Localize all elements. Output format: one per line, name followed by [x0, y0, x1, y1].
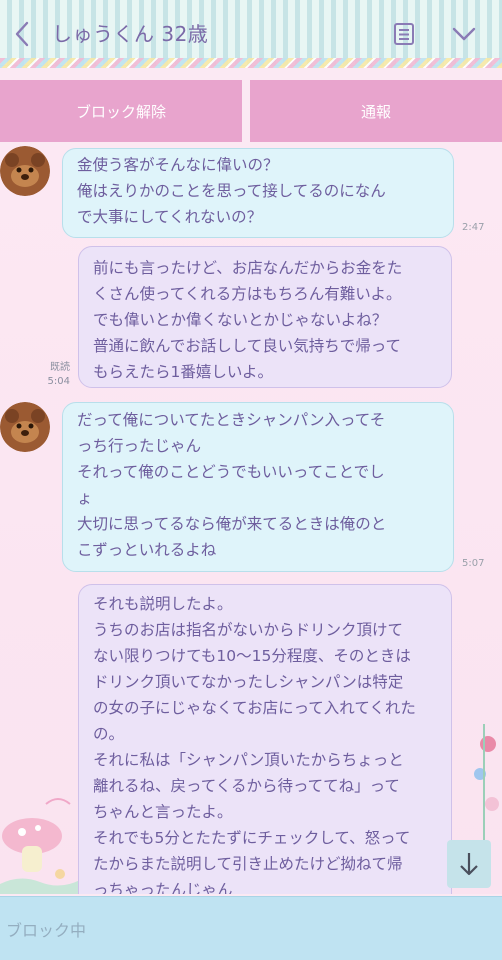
message-bubble-incoming: 金使う客がそんなに偉いの？ 俺はえりかのことを思って接してるのになん で大事にし… [62, 148, 454, 238]
message-timestamp: 5:07 [462, 558, 485, 569]
message-input-bar[interactable]: ブロック中 [0, 896, 502, 960]
blocked-status-placeholder: ブロック中 [6, 921, 87, 940]
message-bubble-outgoing: それも説明したよ。 うちのお店は指名がないからドリンク頂けて ない限りつけても1… [78, 584, 452, 894]
message-bubble-outgoing: 前にも言ったけど、お店なんだからお金をた くさん使ってくれる方はもちろん有難いよ… [78, 246, 452, 388]
message-timestamp: 2:47 [462, 222, 485, 233]
back-icon[interactable] [8, 18, 36, 50]
memo-icon[interactable] [390, 20, 418, 48]
message-list[interactable]: 金使う客がそんなに偉いの？ 俺はえりかのことを思って接してるのになん で大事にし… [0, 146, 502, 894]
read-receipt: 既読 [50, 362, 70, 373]
mushroom-illustration [0, 774, 80, 894]
arrow-down-icon [460, 853, 478, 876]
message-bubble-incoming: だって俺についてたときシャンパン入ってそ っち行ったじゃん それって俺のことどう… [62, 402, 454, 572]
chat-partner-name: しゅうくん 32歳 [52, 22, 209, 46]
message-timestamp: 5:04 [47, 376, 70, 387]
scroll-to-bottom-button[interactable] [447, 840, 491, 888]
avatar[interactable] [0, 146, 50, 196]
unblock-button[interactable]: ブロック解除 [0, 80, 242, 142]
chat-header: しゅうくん 32歳 [0, 0, 502, 68]
header-decoration [0, 58, 502, 68]
chevron-down-icon[interactable] [450, 20, 478, 48]
avatar[interactable] [0, 402, 50, 452]
report-button[interactable]: 通報 [250, 80, 502, 142]
